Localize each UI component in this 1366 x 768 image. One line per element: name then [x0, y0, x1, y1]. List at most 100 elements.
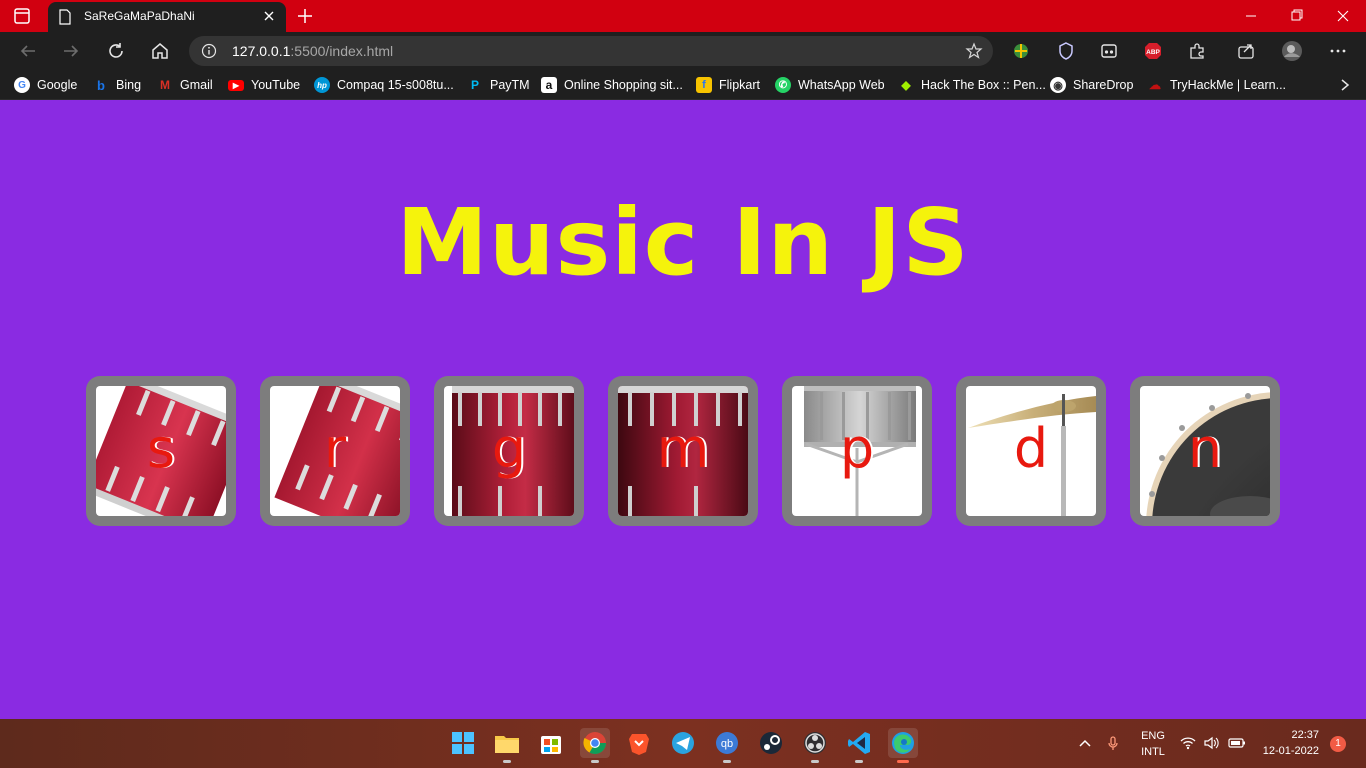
share-icon[interactable]: [1236, 41, 1256, 61]
obs-icon[interactable]: [800, 728, 830, 763]
running-indicator: [503, 760, 511, 763]
bookmark-tryhackme[interactable]: ☁ TryHackMe | Learn...: [1147, 76, 1286, 94]
hackthebox-icon: ◆: [901, 78, 911, 92]
bookmark-youtube[interactable]: ▶ YouTube: [228, 76, 300, 94]
battery-icon[interactable]: [1228, 735, 1246, 751]
extensions-puzzle-icon[interactable]: [1187, 41, 1207, 61]
title-bar: SaReGaMaPaDhaNi: [0, 0, 1366, 32]
drum-key-label: n: [1187, 417, 1223, 480]
tab-actions-icon[interactable]: [10, 6, 34, 26]
drum-image: p: [792, 386, 922, 516]
volume-icon[interactable]: [1203, 735, 1219, 751]
drum-button-m[interactable]: m: [608, 376, 758, 526]
clock[interactable]: 22:37 12-01-2022: [1256, 719, 1322, 768]
bookmarks-bar: G Google b Bing M Gmail ▶ YouTube hp Com…: [0, 70, 1366, 100]
bookmark-bing[interactable]: b Bing: [93, 76, 141, 94]
drum-image: r: [270, 386, 400, 516]
profile-avatar[interactable]: [1281, 40, 1303, 62]
drum-button-n[interactable]: n: [1130, 376, 1280, 526]
bookmark-google[interactable]: G Google: [14, 76, 77, 94]
bookmark-sharedrop[interactable]: ◉ ShareDrop: [1050, 76, 1133, 94]
drum-button-s[interactable]: s: [86, 376, 236, 526]
svg-text:qb: qb: [721, 738, 733, 750]
home-icon[interactable]: [149, 40, 171, 62]
add-favorite-icon[interactable]: [965, 42, 983, 60]
youtube-icon: ▶: [228, 79, 244, 91]
bookmark-label: Compaq 15-s008tu...: [337, 78, 454, 92]
restore-icon[interactable]: [1274, 0, 1320, 32]
drum-key-label: m: [656, 417, 710, 480]
bookmark-label: Flipkart: [719, 78, 760, 92]
drum-button-p[interactable]: p: [782, 376, 932, 526]
drum-key-label: p: [839, 417, 875, 480]
drum-key-label: d: [1013, 417, 1049, 480]
qbittorrent-icon[interactable]: qb: [712, 728, 742, 763]
microphone-icon[interactable]: [1105, 735, 1121, 751]
running-indicator: [897, 760, 909, 763]
hp-icon: hp: [314, 77, 330, 93]
drum-button-d[interactable]: d: [956, 376, 1106, 526]
language-code: ENG: [1141, 730, 1165, 742]
forward-icon[interactable]: [60, 40, 82, 62]
bookmark-label: Bing: [116, 78, 142, 92]
chrome-icon[interactable]: [580, 728, 610, 763]
browser-tab-active[interactable]: SaReGaMaPaDhaNi: [48, 2, 286, 32]
chevron-up-icon[interactable]: [1077, 735, 1093, 751]
bookmark-compaq[interactable]: hp Compaq 15-s008tu...: [314, 76, 454, 94]
amazon-icon: a: [541, 77, 557, 93]
refresh-icon[interactable]: [105, 40, 127, 62]
url-text[interactable]: 127.0.0.1:5500/index.html: [232, 43, 393, 59]
bookmark-label: Online Shopping sit...: [564, 78, 683, 92]
file-explorer-icon[interactable]: [492, 728, 522, 763]
bookmark-label: PayTM: [490, 78, 530, 92]
microsoft-store-icon[interactable]: [536, 728, 566, 758]
gmail-icon: M: [160, 78, 170, 92]
drum-image: n: [1140, 386, 1270, 516]
bookmark-amazon[interactable]: a Online Shopping sit...: [541, 76, 683, 94]
minimize-icon[interactable]: [1228, 0, 1274, 32]
language-indicator[interactable]: ENG INTL: [1139, 719, 1167, 768]
brave-icon[interactable]: [624, 728, 654, 758]
bookmark-label: ShareDrop: [1073, 78, 1134, 92]
edge-icon[interactable]: [888, 728, 918, 763]
bookmark-label: Google: [37, 78, 78, 92]
bookmark-hackthebox[interactable]: ◆ Hack The Box :: Pen...: [898, 76, 1045, 94]
google-icon: G: [14, 77, 30, 93]
close-window-icon[interactable]: [1320, 0, 1366, 32]
tryhackme-icon: ☁: [1149, 78, 1161, 92]
url-path: :5500/index.html: [290, 43, 394, 59]
bookmark-gmail[interactable]: M Gmail: [157, 76, 213, 94]
reader-extension-icon[interactable]: [1099, 41, 1119, 61]
start-windows-icon[interactable]: [448, 728, 478, 758]
paytm-icon: P: [470, 78, 479, 92]
whatsapp-icon: ✆: [775, 77, 791, 93]
wifi-icon[interactable]: [1180, 735, 1196, 751]
new-tab-icon[interactable]: [294, 6, 316, 26]
url-host: 127.0.0.1: [232, 43, 291, 59]
bookmark-paytm[interactable]: P PayTM: [467, 76, 530, 94]
close-tab-icon[interactable]: [260, 7, 278, 25]
clock-time: 22:37: [1291, 729, 1319, 741]
site-info-icon[interactable]: [201, 43, 217, 59]
address-bar[interactable]: 127.0.0.1:5500/index.html: [189, 36, 993, 66]
back-icon[interactable]: [17, 40, 39, 62]
adblock-plus-icon[interactable]: ABP: [1143, 41, 1163, 61]
bing-icon: b: [97, 77, 105, 93]
bookmark-label: Gmail: [180, 78, 213, 92]
vscode-icon[interactable]: [844, 728, 874, 763]
drum-button-g[interactable]: g: [434, 376, 584, 526]
tab-title: SaReGaMaPaDhaNi: [84, 9, 195, 23]
svg-text:ABP: ABP: [1146, 49, 1160, 56]
steam-icon[interactable]: [756, 728, 786, 758]
drum-button-r[interactable]: r: [260, 376, 410, 526]
chevron-right-icon[interactable]: [1338, 77, 1352, 93]
drum-image: d: [966, 386, 1096, 516]
notification-badge[interactable]: 1: [1330, 736, 1346, 752]
bookmark-whatsapp[interactable]: ✆ WhatsApp Web: [775, 76, 885, 94]
extension-globe-icon[interactable]: [1011, 41, 1031, 61]
bookmark-flipkart[interactable]: f Flipkart: [696, 76, 760, 94]
drum-key-label: s: [146, 417, 176, 480]
more-menu-icon[interactable]: [1328, 41, 1348, 61]
shield-icon[interactable]: [1056, 41, 1076, 61]
telegram-icon[interactable]: [668, 728, 698, 758]
